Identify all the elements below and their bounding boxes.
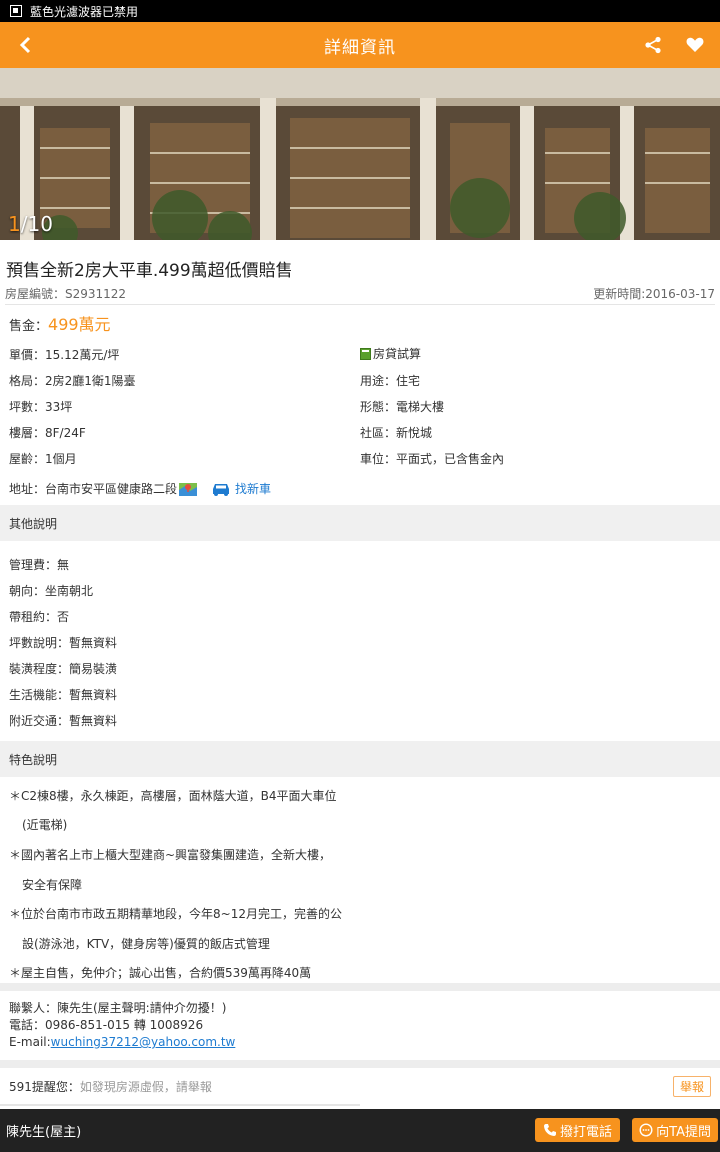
age-info: 屋齡：1個月: [9, 452, 77, 466]
parking-info: 車位：平面式，已含售金內: [360, 452, 505, 466]
price-row: 售金： 499萬元: [9, 311, 111, 335]
section-divider: [0, 983, 720, 991]
price-value: 499萬元: [48, 315, 111, 334]
info-item: 帶租約：否: [9, 610, 70, 624]
layout-info: 格局：2房2廳1衛1陽臺: [9, 374, 136, 388]
property-photo[interactable]: 1/10: [0, 68, 720, 240]
heart-icon[interactable]: [680, 30, 710, 60]
page-title: 詳細資訊: [324, 37, 396, 58]
reminder-text: 591提醒您：如發現房源虛假，請舉報: [9, 1078, 212, 1095]
feature-line: (近電梯): [22, 818, 68, 832]
feature-line: ＊位於台南市市政五期精華地段，今年8~12月完工，完善的公: [9, 907, 342, 921]
form-info: 形態：電梯大樓: [360, 400, 445, 414]
community-info: 社區：新悅城: [360, 426, 433, 440]
building-facade-image: [0, 68, 720, 240]
app-bar: 詳細資訊: [0, 22, 720, 68]
ask-label: 向TA提問: [656, 1124, 711, 1140]
listing-title: 預售全新2房大平車.499萬超低價賠售: [6, 261, 293, 281]
find-car-link[interactable]: 找新車: [211, 480, 271, 497]
info-item: 裝潢程度：簡易裝潢: [9, 662, 118, 676]
loan-calc-label: 房貸試算: [373, 347, 422, 361]
reminder-row: 591提醒您：如發現房源虛假，請舉報 舉報: [9, 1075, 711, 1097]
phone-icon: [543, 1124, 556, 1136]
ask-button[interactable]: 向TA提問: [632, 1118, 718, 1142]
feature-line: ＊C2棟8樓，永久棟距，高樓層，面林蔭大道，B4平面大車位: [9, 789, 337, 803]
info-item: 朝向：坐南朝北: [9, 584, 94, 598]
info-item: 附近交通：暫無資料: [9, 714, 118, 728]
email-link[interactable]: wuching37212@yahoo.com.tw: [51, 1035, 236, 1049]
listing-id: 房屋編號：S2931122: [5, 287, 127, 301]
status-bar: 藍色光濾波器已禁用: [0, 0, 720, 22]
feature-line: 設(游泳池，KTV，健身房等)優質的飯店式管理: [22, 937, 270, 951]
loan-calculator-link[interactable]: 房貸試算: [360, 345, 421, 362]
address-text: 地址：台南市安平區健康路二段: [9, 482, 178, 496]
listing-meta: 房屋編號：S2931122 更新時間:2016-03-17: [5, 285, 715, 305]
owner-name: 陳先生(屋主): [6, 1125, 82, 1140]
call-button[interactable]: 撥打電話: [534, 1118, 620, 1142]
updated-time: 更新時間:2016-03-17: [593, 287, 715, 301]
unit-price: 單價：15.12萬元/坪: [9, 348, 120, 362]
section-divider: [0, 1060, 720, 1068]
other-info-header: 其他說明: [0, 505, 720, 541]
feature-line: ＊國內著名上市上櫃大型建商~興富發集團建造，全新大樓，: [9, 848, 332, 862]
info-item: 生活機能：暫無資料: [9, 688, 118, 702]
photo-counter: 1/10: [8, 212, 53, 236]
chevron-left-icon[interactable]: [10, 30, 40, 60]
reminder-hint: 如發現房源虛假，請舉報: [79, 1079, 212, 1094]
bottom-action-bar: 陳先生(屋主) 撥打電話 向TA提問: [0, 1109, 720, 1152]
address-row: 地址：台南市安平區健康路二段 找新車: [9, 480, 271, 497]
call-label: 撥打電話: [559, 1124, 612, 1140]
share-icon[interactable]: [638, 30, 668, 60]
status-text: 藍色光濾波器已禁用: [30, 4, 139, 19]
area-info: 坪數：33坪: [9, 400, 73, 414]
feature-line: 安全有保障: [22, 878, 83, 892]
contact-email-row: E-mail:wuching37212@yahoo.com.tw: [9, 1034, 235, 1051]
map-icon[interactable]: [179, 482, 198, 496]
notification-icon: [10, 5, 22, 17]
contact-block: 聯繫人：陳先生(屋主聲明:請仲介勿擾！) 電話：0986-851-015 轉 1…: [9, 1000, 235, 1051]
info-item: 坪數說明：暫無資料: [9, 636, 118, 650]
features-header: 特色說明: [0, 741, 720, 777]
email-label: E-mail:: [9, 1035, 51, 1049]
price-label: 售金：: [9, 319, 49, 334]
contact-phone: 電話：0986-851-015 轉 1008926: [9, 1018, 204, 1032]
info-item: 管理費：無: [9, 558, 70, 572]
reminder-label: 591提醒您：: [9, 1079, 80, 1094]
scroll-divider: [0, 1104, 360, 1106]
contact-person: 聯繫人：陳先生(屋主聲明:請仲介勿擾！): [9, 1001, 227, 1015]
floor-info: 樓層：8F/24F: [9, 426, 86, 440]
calculator-icon: [360, 347, 371, 360]
usage-info: 用途：住宅: [360, 374, 421, 388]
report-button[interactable]: 舉報: [672, 1075, 711, 1097]
car-icon: [213, 483, 230, 496]
find-car-label: 找新車: [235, 482, 272, 496]
chat-icon: [639, 1123, 653, 1137]
feature-line: ＊屋主自售，免仲介；誠心出售，合約價539萬再降40萬: [9, 966, 312, 980]
